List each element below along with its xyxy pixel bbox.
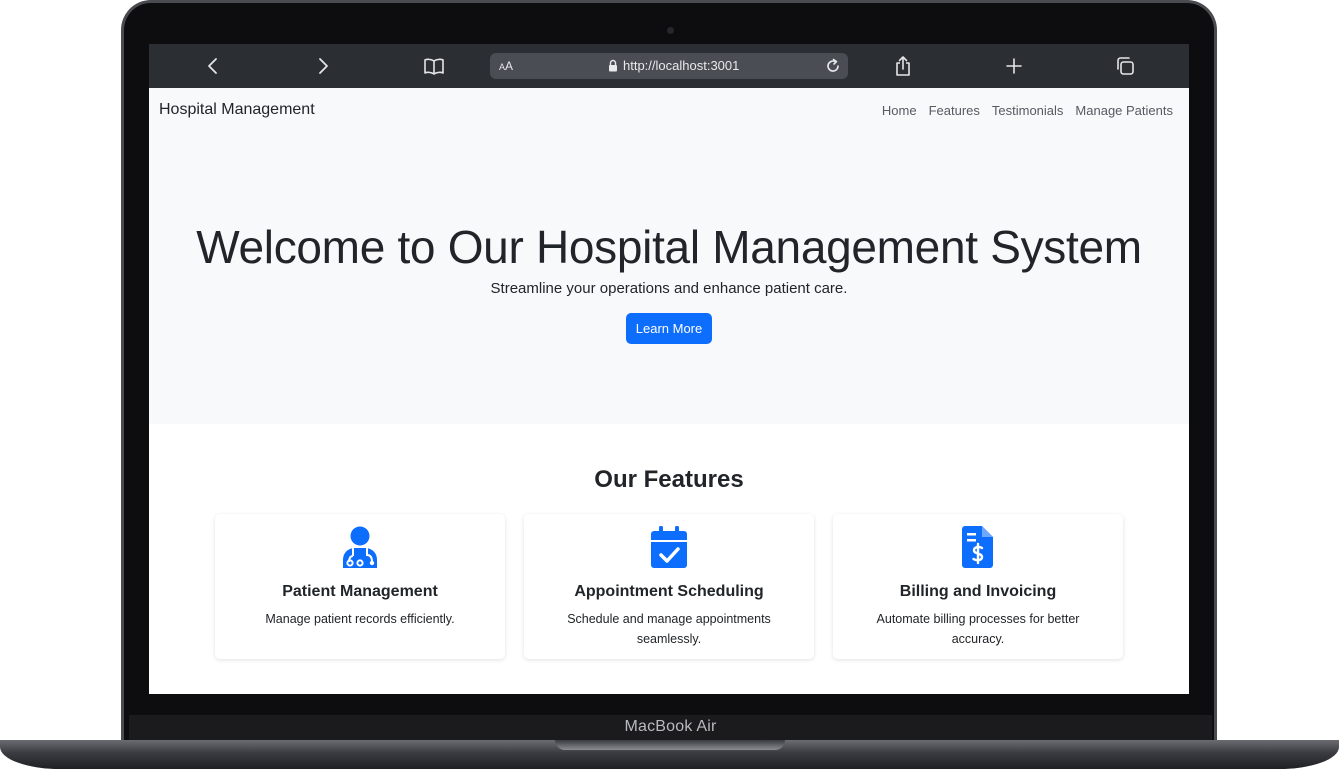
browser-toolbar: AA http://localhost:3001 — [149, 44, 1189, 88]
screen: AA http://localhost:3001 Hospital Manage… — [149, 44, 1189, 694]
tabs-icon[interactable] — [1114, 55, 1136, 77]
feature-cards: Patient Management Manage patient record… — [215, 514, 1123, 659]
calendar-check-icon — [524, 526, 814, 568]
hero-subtitle: Streamline your operations and enhance p… — [490, 280, 848, 297]
card-description: Manage patient records efficiently. — [265, 612, 455, 626]
features-heading: Our Features — [594, 466, 744, 493]
webcam — [667, 27, 674, 34]
laptop-notch — [555, 740, 785, 750]
device-label: MacBook Air — [624, 718, 717, 735]
hero-title: Welcome to Our Hospital Management Syste… — [196, 221, 1142, 273]
nav-link-home[interactable]: Home — [882, 103, 917, 118]
share-icon[interactable] — [892, 55, 914, 77]
card-title: Appointment Scheduling — [574, 583, 764, 600]
back-icon[interactable] — [202, 55, 224, 77]
card-description: Automate billing processes for better ac… — [876, 612, 1080, 646]
feature-card-patient-management: Patient Management Manage patient record… — [215, 514, 505, 659]
new-tab-icon[interactable] — [1003, 55, 1025, 77]
nav-link-manage-patients[interactable]: Manage Patients — [1075, 103, 1173, 118]
address-bar[interactable]: AA http://localhost:3001 — [490, 53, 848, 79]
nav-link-testimonials[interactable]: Testimonials — [992, 103, 1064, 118]
invoice-dollar-icon — [833, 526, 1123, 568]
hero-section: Welcome to Our Hospital Management Syste… — [149, 132, 1189, 424]
card-description: Schedule and manage appointments seamles… — [567, 612, 771, 646]
card-title: Billing and Invoicing — [899, 583, 1057, 600]
learn-more-button[interactable]: Learn More — [626, 313, 712, 344]
brand-link[interactable]: Hospital Management — [159, 101, 315, 119]
nav-link-features[interactable]: Features — [929, 103, 980, 118]
bookmarks-icon[interactable] — [423, 55, 445, 77]
forward-icon[interactable] — [312, 55, 334, 77]
feature-card-appointment-scheduling: Appointment Scheduling Schedule and mana… — [524, 514, 814, 659]
site-navbar: Hospital Management Home Features Testim… — [149, 88, 1189, 132]
text-size-button[interactable]: AA — [499, 59, 513, 73]
lock-icon — [608, 59, 618, 77]
reload-icon[interactable] — [824, 57, 842, 80]
feature-card-billing-invoicing: Billing and Invoicing Automate billing p… — [833, 514, 1123, 659]
url-text[interactable]: http://localhost:3001 — [623, 58, 739, 73]
card-title: Patient Management — [282, 583, 438, 600]
nav-links: Home Features Testimonials Manage Patien… — [882, 103, 1173, 118]
doctor-icon — [215, 526, 505, 568]
